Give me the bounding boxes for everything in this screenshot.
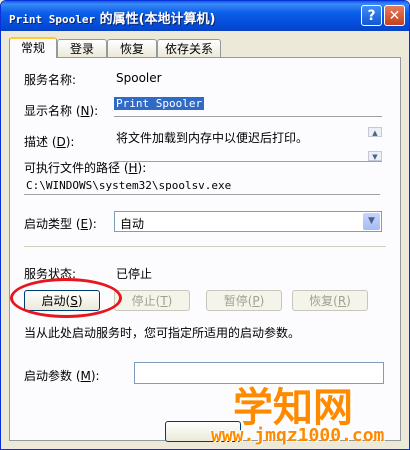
service-name-value: Spooler (116, 71, 162, 85)
tab-general[interactable]: 常规 (9, 37, 57, 58)
description-value: 将文件加载到内存中以便迟后打印。 (116, 131, 309, 145)
service-status-value: 已停止 (116, 267, 153, 281)
close-button[interactable]: ✕ (384, 5, 405, 26)
scroll-up-icon[interactable]: ▲ (368, 127, 382, 137)
startup-type-select[interactable]: 自动 ▼ (114, 211, 382, 232)
window-title-suffix: 的属性(本地计算机) (95, 12, 216, 27)
tab-recovery[interactable]: 恢复 (107, 39, 157, 57)
stop-button[interactable]: 停止(T) (114, 290, 190, 311)
display-name-value: Print Spooler (114, 97, 205, 110)
title-bar[interactable]: Print Spooler 的属性(本地计算机) ? ✕ (1, 1, 409, 31)
window-title: Print Spooler 的属性(本地计算机) (9, 8, 216, 27)
display-name-label: 显示名称 (N): (24, 104, 99, 118)
start-params-label: 启动参数 (M): (24, 369, 100, 383)
highlight-ring (10, 278, 122, 318)
watermark-url: www.jmqz1000.com (211, 425, 385, 446)
start-params-hint: 当从此处启动服务时，您可指定所适用的启动参数。 (24, 326, 301, 340)
description-label: 描述 (D): (24, 135, 75, 149)
help-button[interactable]: ? (361, 5, 382, 26)
pause-button[interactable]: 暂停(P) (206, 290, 282, 311)
exe-path-value: C:\WINDOWS\system32\spoolsv.exe (26, 179, 232, 192)
tab-logon[interactable]: 登录 (57, 39, 107, 57)
watermark: 学知网 www.jmqz1000.com (197, 375, 409, 449)
description-field[interactable]: 将文件加载到内存中以便迟后打印。 ▲ ▼ (114, 127, 382, 162)
chevron-down-icon[interactable]: ▼ (363, 213, 380, 230)
display-name-field[interactable]: Print Spooler (114, 96, 382, 117)
resume-button[interactable]: 恢复(R) (292, 290, 368, 311)
tab-dependencies[interactable]: 依存关系 (157, 39, 221, 57)
exe-path-field: C:\WINDOWS\system32\spoolsv.exe (24, 174, 380, 195)
window-title-service: Print Spooler (9, 13, 96, 26)
startup-type-value: 自动 (120, 217, 145, 231)
service-name-label: 服务名称: (24, 73, 77, 87)
startup-type-label: 启动类型 (E): (24, 217, 97, 231)
properties-dialog: Print Spooler 的属性(本地计算机) ? ✕ 常规 登录 恢复 依存… (0, 0, 410, 450)
scroll-down-icon[interactable]: ▼ (368, 151, 382, 161)
description-scrollbar[interactable]: ▲ ▼ (368, 127, 382, 161)
divider (24, 246, 386, 247)
